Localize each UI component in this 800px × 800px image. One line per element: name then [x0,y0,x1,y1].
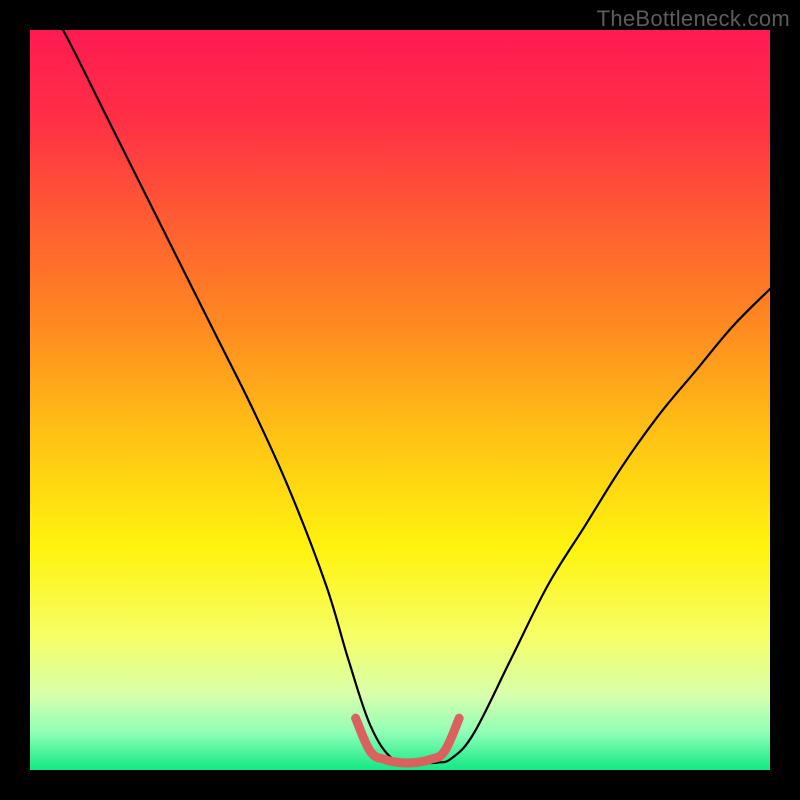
chart-svg [0,0,800,800]
chart-stage: TheBottleneck.com [0,0,800,800]
watermark-text: TheBottleneck.com [597,6,790,32]
plot-background [30,30,770,770]
